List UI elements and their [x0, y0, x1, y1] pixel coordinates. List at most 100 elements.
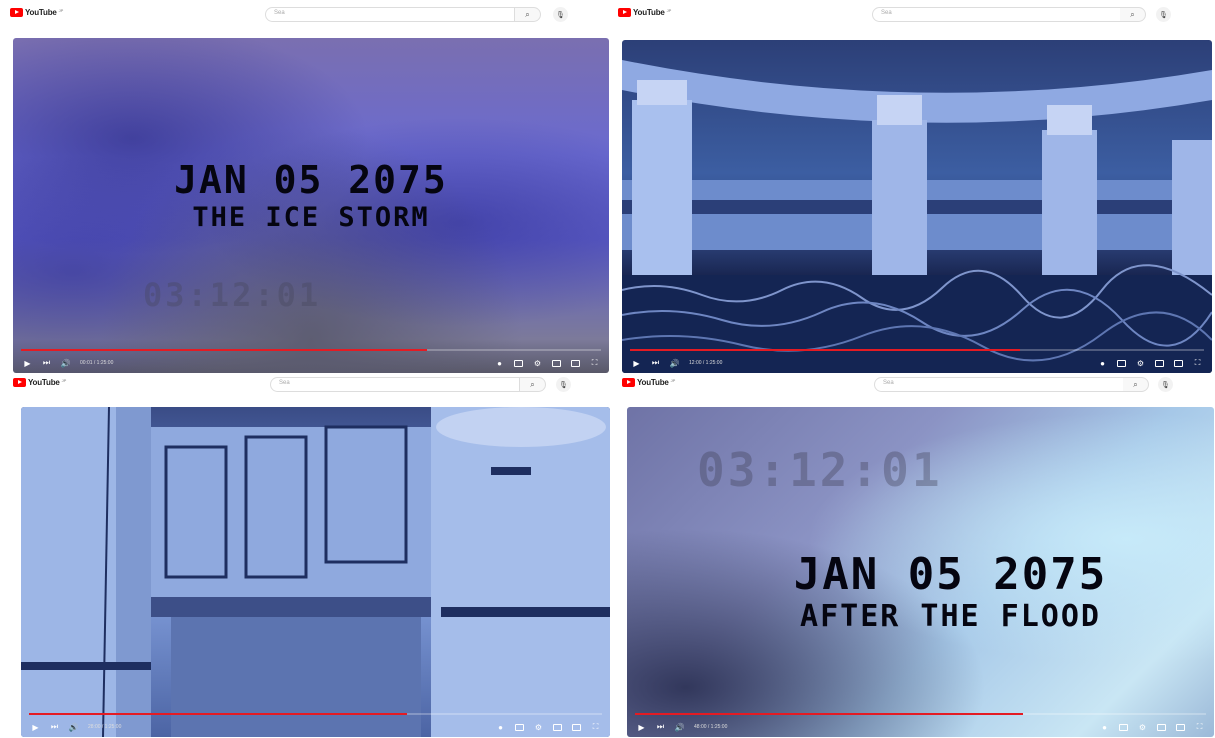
cc-box	[514, 359, 523, 367]
fullscreen-icon[interactable]: ⛶	[1195, 722, 1204, 732]
search-input[interactable]: Sea	[872, 7, 1122, 22]
ghost-timer: 03:12:01	[697, 443, 943, 497]
autoplay-toggle[interactable]: ●	[1100, 723, 1109, 732]
country-code: JP	[61, 377, 67, 383]
cc-box	[515, 723, 524, 731]
search-button[interactable]: ⌕	[1120, 7, 1146, 22]
youtube-logo[interactable]: YouTube JP	[10, 8, 63, 17]
ghost-timer: 03:12:01	[143, 276, 322, 314]
fullscreen-icon[interactable]: ⛶	[1193, 358, 1202, 368]
search-icon: ⌕	[525, 9, 530, 19]
search-input[interactable]: Sea	[270, 377, 520, 392]
cc-box	[1117, 359, 1126, 367]
video-player[interactable]: 03:12:01 JAN 05 2075 AFTER THE FLOOD ▶ ⏭…	[627, 407, 1214, 737]
microphone-icon: 🎙	[1159, 11, 1168, 19]
volume-icon[interactable]: 🔊	[670, 359, 680, 368]
theater-icon[interactable]	[1174, 359, 1183, 368]
mini-box	[552, 359, 561, 367]
search-input[interactable]: Sea	[265, 7, 515, 22]
country-code: JP	[58, 7, 64, 13]
progress-fill	[29, 713, 408, 715]
next-icon[interactable]: ⏭	[651, 358, 660, 368]
microphone-button[interactable]: 🎙	[553, 7, 568, 22]
microphone-button[interactable]: 🎙	[1158, 377, 1173, 392]
volume-icon[interactable]: 🔊	[61, 359, 71, 368]
fortress-scene	[622, 60, 1212, 373]
youtube-play-icon	[10, 8, 23, 17]
video-player[interactable]: ▶ ⏭ 🔊 12:00 / 1:25:00 ● ⚙ ⛶	[622, 40, 1212, 373]
search-placeholder: Sea	[883, 380, 894, 386]
youtube-logo[interactable]: YouTube JP	[618, 8, 671, 17]
player-controls: ▶ ⏭ 🔊 00:01 / 1:25:00 ● ⚙ ⛶	[13, 353, 609, 373]
search-input[interactable]: Sea	[874, 377, 1124, 392]
progress-fill	[630, 349, 1021, 351]
country-code: JP	[666, 7, 672, 13]
progress-fill	[21, 349, 427, 351]
overlay-subtitle: AFTER THE FLOOD	[800, 599, 1101, 634]
autoplay-toggle[interactable]: ●	[495, 359, 504, 368]
progress-bar[interactable]	[635, 713, 1206, 715]
microphone-button[interactable]: 🎙	[556, 377, 571, 392]
play-icon[interactable]: ▶	[632, 359, 641, 368]
player-controls: ▶ ⏭ 🔊 48:00 / 1:25:00 ● ⚙ ⛶	[627, 717, 1214, 737]
volume-icon[interactable]: 🔊	[675, 723, 685, 732]
overlay-date: JAN 05 2075	[793, 549, 1108, 600]
search-placeholder: Sea	[881, 10, 892, 16]
player-controls: ▶ ⏭ 🔊 28:00 / 1:25:00 ● ⚙ ⛶	[21, 717, 610, 737]
youtube-header: YouTube JP Sea ⌕ 🎙	[612, 375, 1215, 403]
search-button[interactable]: ⌕	[1123, 377, 1149, 392]
progress-bar[interactable]	[630, 349, 1204, 351]
theater-icon[interactable]	[1176, 723, 1185, 732]
time-display: 48:00 / 1:25:00	[694, 724, 728, 730]
overlay-date: JAN 05 2075	[174, 158, 448, 202]
subtitles-icon[interactable]	[515, 723, 524, 732]
search-placeholder: Sea	[279, 380, 290, 386]
youtube-logo[interactable]: YouTube JP	[13, 378, 66, 387]
progress-fill	[635, 713, 1024, 715]
miniplayer-icon[interactable]	[1157, 723, 1166, 732]
theater-icon[interactable]	[571, 359, 580, 368]
video-player[interactable]: ▶ ⏭ 🔊 28:00 / 1:25:00 ● ⚙ ⛶	[21, 407, 610, 737]
fullscreen-icon[interactable]: ⛶	[591, 722, 600, 732]
play-icon[interactable]: ▶	[23, 359, 32, 368]
settings-icon[interactable]: ⚙	[534, 723, 543, 732]
volume-icon[interactable]: 🔊	[69, 723, 79, 732]
miniplayer-icon[interactable]	[553, 723, 562, 732]
microphone-button[interactable]: 🎙	[1156, 7, 1171, 22]
pane-top-left: YouTube JP Sea ⌕ 🎙 JAN 05 2075 THE ICE S…	[0, 0, 612, 375]
subtitles-icon[interactable]	[1117, 359, 1126, 368]
next-icon[interactable]: ⏭	[656, 722, 665, 732]
subtitles-icon[interactable]	[514, 359, 523, 368]
mini-box	[553, 723, 562, 731]
search-button[interactable]: ⌕	[515, 7, 541, 22]
play-icon[interactable]: ▶	[31, 723, 40, 732]
logo-text: YouTube	[637, 378, 669, 387]
fullscreen-icon[interactable]: ⛶	[590, 358, 599, 368]
logo-text: YouTube	[28, 378, 60, 387]
youtube-header: YouTube JP Sea ⌕ 🎙	[0, 375, 612, 403]
autoplay-toggle[interactable]: ●	[496, 723, 505, 732]
theater-icon[interactable]	[572, 723, 581, 732]
video-player[interactable]: JAN 05 2075 THE ICE STORM 03:12:01 ▶ ⏭ 🔊…	[13, 38, 609, 373]
settings-icon[interactable]: ⚙	[1138, 723, 1147, 732]
subtitles-icon[interactable]	[1119, 723, 1128, 732]
youtube-logo[interactable]: YouTube JP	[622, 378, 675, 387]
miniplayer-icon[interactable]	[1155, 359, 1164, 368]
autoplay-toggle[interactable]: ●	[1098, 359, 1107, 368]
search-button[interactable]: ⌕	[520, 377, 546, 392]
progress-bar[interactable]	[21, 349, 601, 351]
progress-bar[interactable]	[29, 713, 602, 715]
logo-text: YouTube	[25, 8, 57, 17]
settings-icon[interactable]: ⚙	[533, 359, 542, 368]
time-display: 12:00 / 1:25:00	[689, 360, 723, 366]
country-code: JP	[670, 377, 676, 383]
logo-text: YouTube	[633, 8, 665, 17]
search-placeholder: Sea	[274, 10, 285, 16]
microphone-icon: 🎙	[559, 381, 568, 389]
miniplayer-icon[interactable]	[552, 359, 561, 368]
settings-icon[interactable]: ⚙	[1136, 359, 1145, 368]
next-icon[interactable]: ⏭	[50, 722, 59, 732]
next-icon[interactable]: ⏭	[42, 358, 51, 368]
pane-bottom-left: YouTube JP Sea ⌕ 🎙 ▶ ⏭ 🔊 28:00 / 1:25:00…	[0, 375, 612, 738]
play-icon[interactable]: ▶	[637, 723, 646, 732]
